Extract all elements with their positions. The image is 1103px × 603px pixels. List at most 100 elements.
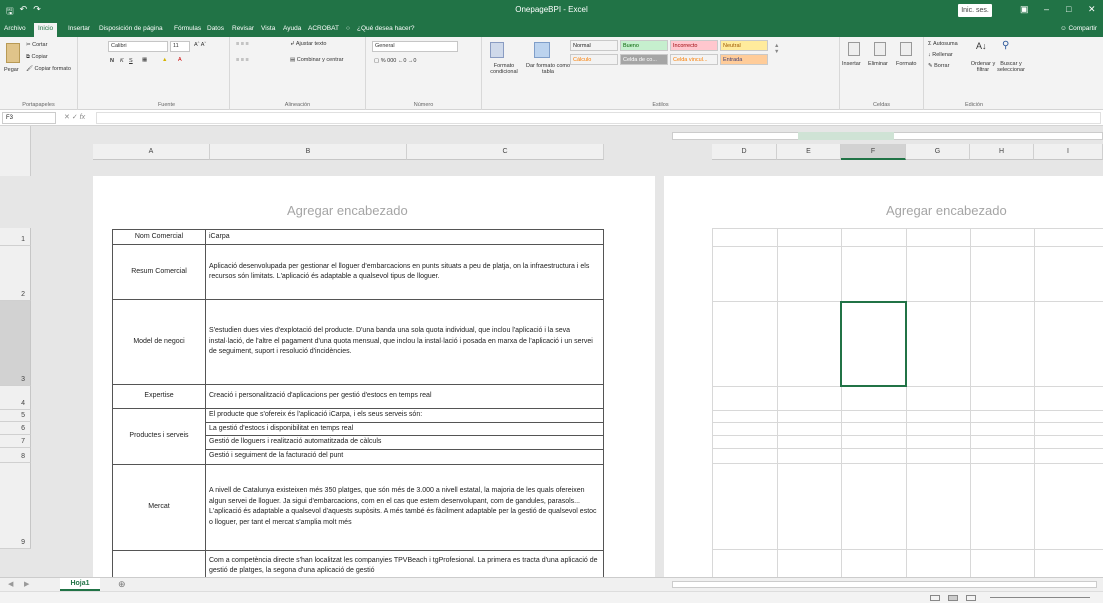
style-neutral[interactable]: Neutral bbox=[720, 40, 768, 51]
paste-icon[interactable] bbox=[6, 43, 20, 63]
cut-button[interactable]: ✂ Cortar bbox=[26, 42, 47, 48]
normal-view-icon[interactable] bbox=[930, 595, 940, 601]
row-header-4[interactable]: 4 bbox=[0, 386, 31, 410]
merge-center-button[interactable]: ▤ Combinar y centrar bbox=[290, 57, 344, 63]
page-layout-icon[interactable] bbox=[948, 595, 958, 601]
insert-button[interactable]: Insertar bbox=[842, 61, 861, 67]
clear-button[interactable]: ✎ Borrar bbox=[928, 63, 949, 69]
bold-button[interactable]: N bbox=[110, 58, 114, 64]
borders-icon[interactable]: ▦ bbox=[142, 57, 147, 63]
maximize-button[interactable]: □ bbox=[1066, 4, 1071, 14]
format-as-table-button[interactable]: Dar formato como tabla bbox=[526, 63, 570, 75]
find-select-button[interactable]: Buscar y seleccionar bbox=[996, 61, 1026, 73]
column-header-d[interactable]: D bbox=[712, 144, 777, 160]
font-name-select[interactable]: Calibri bbox=[108, 41, 168, 52]
copy-button[interactable]: ⧉ Copiar bbox=[26, 54, 48, 61]
row-value[interactable]: Aplicació desenvolupada per gestionar el… bbox=[205, 244, 604, 300]
style-bueno[interactable]: Bueno bbox=[620, 40, 668, 51]
column-header-c[interactable]: C bbox=[407, 144, 604, 160]
tab-insertar[interactable]: Insertar bbox=[68, 25, 90, 32]
row-value[interactable]: S'estudien dues vies d'explotació del pr… bbox=[205, 299, 604, 385]
column-header-b[interactable]: B bbox=[210, 144, 407, 160]
wrap-text-button[interactable]: ↲ Ajustar texto bbox=[290, 41, 326, 47]
column-header-h[interactable]: H bbox=[970, 144, 1034, 160]
horizontal-scrollbar[interactable] bbox=[672, 581, 1097, 588]
close-button[interactable]: ✕ bbox=[1088, 4, 1096, 15]
add-sheet-button[interactable]: ⊕ bbox=[118, 579, 126, 590]
row-value[interactable]: Com a competència directe s'han localitz… bbox=[205, 549, 604, 579]
tab-vista[interactable]: Vista bbox=[261, 25, 275, 32]
format-button[interactable]: Formato bbox=[896, 61, 916, 67]
row-header-3[interactable]: 3 bbox=[0, 301, 31, 386]
styles-scroll-icon[interactable]: ▲ ▼ bbox=[774, 43, 779, 55]
style-normal[interactable]: Normal bbox=[570, 40, 618, 51]
row-value[interactable]: A nivell de Catalunya existeixen més 350… bbox=[205, 463, 604, 551]
conditional-format-button[interactable]: Formato condicional bbox=[484, 63, 524, 75]
zoom-slider[interactable] bbox=[990, 597, 1090, 598]
row-header-2[interactable]: 2 bbox=[0, 246, 31, 301]
font-size-select[interactable]: 11 bbox=[170, 41, 190, 52]
style-celda-comprobacion[interactable]: Celda de co... bbox=[620, 54, 668, 65]
underline-button[interactable]: S bbox=[129, 58, 133, 64]
tab-inicio[interactable]: Inicio bbox=[34, 23, 58, 37]
autosum-button[interactable]: Σ Autosuma bbox=[928, 41, 958, 47]
insert-cells-icon[interactable] bbox=[848, 42, 860, 56]
row-key[interactable]: Nom Comercial bbox=[112, 229, 206, 245]
row-header-1[interactable]: 1 bbox=[0, 228, 31, 246]
style-incorrecto[interactable]: Incorrecto bbox=[670, 40, 718, 51]
row-value[interactable]: El producte que s'ofereix és l'aplicació… bbox=[205, 408, 604, 423]
row-value[interactable]: Gestió i seguiment de la facturació del … bbox=[205, 448, 604, 465]
style-calculo[interactable]: Cálculo bbox=[570, 54, 618, 65]
row-key[interactable] bbox=[112, 549, 206, 579]
format-cells-icon[interactable] bbox=[900, 42, 912, 56]
row-header-9[interactable]: 9 bbox=[0, 463, 31, 549]
search-icon[interactable]: ⚲ bbox=[1002, 40, 1009, 51]
tab-formulas[interactable]: Fórmulas bbox=[174, 25, 201, 32]
number-format-select[interactable]: General bbox=[372, 41, 458, 52]
page-header-right[interactable]: Agregar encabezado bbox=[886, 203, 1007, 218]
sheet-tab-hoja1[interactable]: Hoja1 bbox=[60, 578, 100, 591]
page-break-icon[interactable] bbox=[966, 595, 976, 601]
tell-me-input[interactable]: ¿Qué desea hacer? bbox=[357, 25, 414, 32]
row-key[interactable]: Mercat bbox=[112, 463, 206, 551]
row-value[interactable]: iCarpa bbox=[205, 229, 604, 245]
minimize-button[interactable]: – bbox=[1044, 4, 1049, 14]
cancel-icon[interactable]: ✕ bbox=[64, 114, 70, 121]
column-header-i[interactable]: I bbox=[1034, 144, 1103, 160]
row-header-5[interactable]: 5 bbox=[0, 410, 31, 422]
grow-font-icon[interactable]: Aˆ Aˇ bbox=[194, 42, 206, 48]
name-box[interactable]: F3 bbox=[2, 112, 56, 124]
column-header-a[interactable]: A bbox=[93, 144, 210, 160]
fill-button[interactable]: ↓ Rellenar bbox=[928, 52, 953, 58]
select-all-corner[interactable] bbox=[0, 126, 31, 176]
row-key[interactable]: Productes i serveis bbox=[112, 408, 206, 465]
sheet-nav-right-icon[interactable]: ▶ bbox=[24, 580, 29, 588]
tab-ayuda[interactable]: Ayuda bbox=[283, 25, 301, 32]
row-header-8[interactable]: 8 bbox=[0, 448, 31, 463]
column-header-f[interactable]: F bbox=[841, 144, 906, 160]
currency-icon[interactable]: ▢ % 000 ←0 →0 bbox=[374, 58, 417, 64]
row-key[interactable]: Expertise bbox=[112, 384, 206, 409]
tab-archivo[interactable]: Archivo bbox=[4, 25, 26, 32]
paste-button[interactable]: Pegar bbox=[4, 67, 19, 73]
share-button[interactable]: ☺ Compartir bbox=[1060, 25, 1097, 32]
delete-cells-icon[interactable] bbox=[874, 42, 886, 56]
italic-button[interactable]: K bbox=[120, 58, 124, 64]
ribbon-display-icon[interactable]: ▣ bbox=[1020, 4, 1029, 15]
top-align-icon[interactable]: ≡ ≡ ≡ bbox=[236, 41, 249, 47]
row-value[interactable]: Creació i personalització d'aplicacions … bbox=[205, 384, 604, 409]
delete-button[interactable]: Eliminar bbox=[868, 61, 888, 67]
page-header-left[interactable]: Agregar encabezado bbox=[287, 203, 408, 218]
font-color-icon[interactable]: A bbox=[178, 57, 182, 63]
row-key[interactable]: Model de negoci bbox=[112, 299, 206, 385]
row-header-6[interactable]: 6 bbox=[0, 422, 31, 435]
selected-cell-f3[interactable] bbox=[840, 301, 907, 387]
fx-icon[interactable]: fx bbox=[80, 114, 85, 121]
column-header-g[interactable]: G bbox=[906, 144, 970, 160]
tab-datos[interactable]: Datos bbox=[207, 25, 224, 32]
tab-acrobat[interactable]: ACROBAT bbox=[308, 25, 339, 32]
row-header-7[interactable]: 7 bbox=[0, 435, 31, 448]
format-painter-button[interactable]: 🖌 Copiar formato bbox=[26, 66, 71, 72]
left-align-icon[interactable]: ≡ ≡ ≡ bbox=[236, 57, 249, 63]
style-entrada[interactable]: Entrada bbox=[720, 54, 768, 65]
